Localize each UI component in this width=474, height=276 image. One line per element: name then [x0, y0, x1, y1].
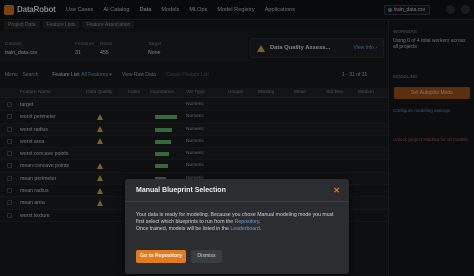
dismiss-button[interactable]: Dismiss: [191, 250, 222, 263]
dialog-body: Your data is ready for modeling. Because…: [136, 212, 342, 233]
dialog-title: Manual Blueprint Selection: [136, 187, 226, 194]
dialog-body-line-2: first select which blueprints to run fro…: [136, 219, 261, 225]
leaderboard-link[interactable]: Leaderboard: [230, 226, 259, 232]
close-icon[interactable]: ✕: [333, 186, 340, 195]
dialog-body-text-2: first select which blueprints to run fro…: [136, 219, 234, 225]
dialog-body-line-3: Once trained, models will be listed in t…: [136, 226, 262, 232]
manual-blueprint-dialog: Manual Blueprint Selection ✕ Your data i…: [125, 179, 349, 274]
repository-link[interactable]: Repository: [235, 219, 259, 225]
dialog-body-line-1: Your data is ready for modeling. Because…: [136, 212, 334, 218]
dialog-body-text-3: Once trained, models will be listed in t…: [136, 226, 229, 232]
go-to-repository-button[interactable]: Go to Repository: [136, 250, 186, 263]
dialog-divider: [125, 201, 349, 202]
